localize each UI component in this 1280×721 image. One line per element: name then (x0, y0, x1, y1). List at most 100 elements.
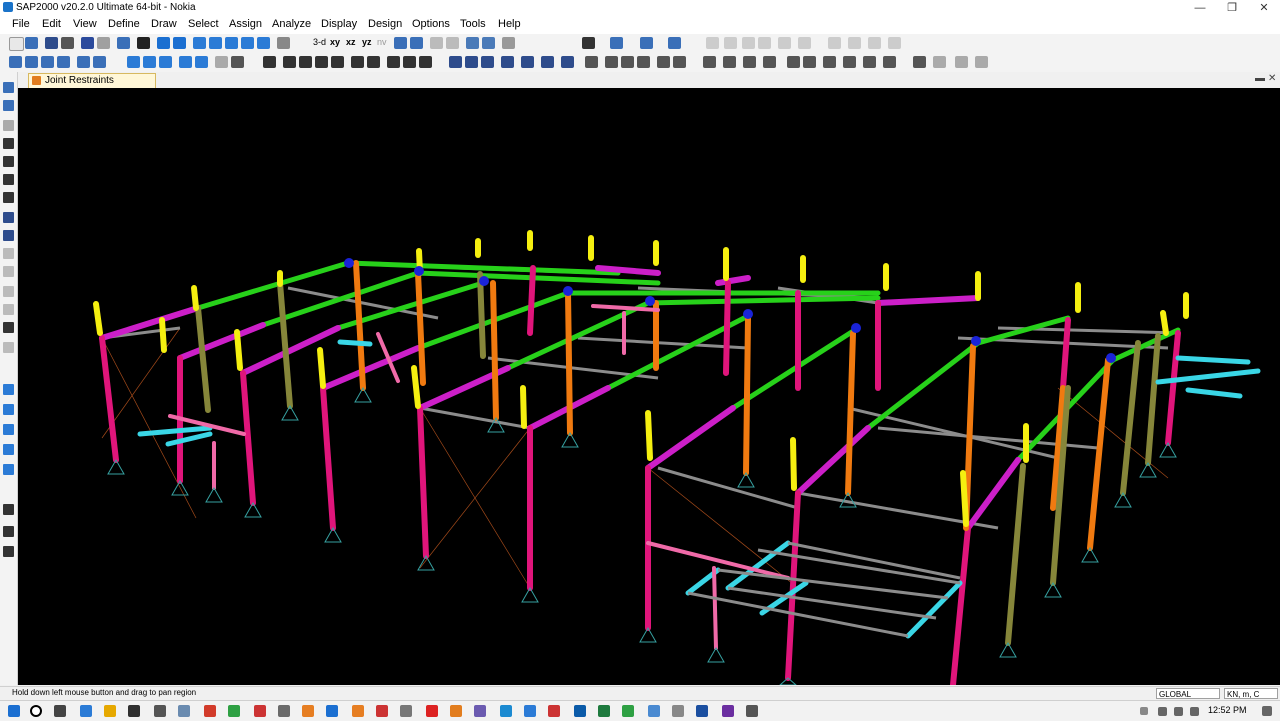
zoom-in-icon[interactable] (209, 37, 222, 49)
zoom-extents-icon[interactable] (241, 37, 254, 49)
pointer-icon[interactable] (9, 56, 22, 68)
menu-options[interactable]: Options (412, 18, 450, 30)
clear-selection-icon[interactable] (195, 56, 208, 68)
intersect-line-icon[interactable] (3, 444, 14, 455)
vlc-icon[interactable] (352, 705, 364, 717)
select-all-icon[interactable] (127, 56, 140, 68)
draw-2-icon[interactable] (763, 56, 776, 68)
new-icon[interactable] (9, 37, 24, 51)
app-purple-icon[interactable] (474, 705, 486, 717)
menu-draw[interactable]: Draw (151, 18, 177, 30)
mail-icon[interactable] (154, 705, 166, 717)
assign-release-icon[interactable] (283, 56, 296, 68)
app-tool-icon[interactable] (400, 705, 412, 717)
reshape-icon[interactable] (25, 56, 38, 68)
options-icon[interactable] (502, 37, 515, 49)
clipboard-icon[interactable] (742, 37, 755, 49)
replicate-icon[interactable] (778, 37, 791, 49)
align-icon[interactable] (848, 37, 861, 49)
clear-selection-side-icon[interactable] (3, 424, 14, 435)
3d-view-button[interactable]: 3-d (313, 37, 326, 47)
get-previous-icon[interactable] (179, 56, 192, 68)
down-icon[interactable] (446, 37, 459, 49)
restraint-icon[interactable] (351, 56, 364, 68)
print-icon[interactable] (61, 37, 74, 49)
quick-draw-icon[interactable] (657, 56, 670, 68)
constraint-icon[interactable] (367, 56, 380, 68)
autocad-icon[interactable] (426, 705, 438, 717)
draw-joint-side-icon[interactable] (3, 120, 14, 131)
ps-icon[interactable] (3, 526, 14, 537)
all-side-icon[interactable] (3, 504, 14, 515)
app-green-icon[interactable] (622, 705, 634, 717)
insertion-icon[interactable] (403, 56, 416, 68)
select-all-side-icon[interactable] (3, 384, 14, 395)
nv-view-button[interactable]: nv (377, 37, 387, 47)
show-stresses-icon[interactable] (955, 56, 968, 68)
app-purple2-icon[interactable] (722, 705, 734, 717)
xy-view-button[interactable]: xy (330, 37, 340, 47)
grid-icon[interactable] (466, 37, 479, 49)
dimension-side-icon[interactable] (3, 342, 14, 353)
coord-system-select[interactable]: GLOBAL (1156, 688, 1220, 699)
analysis-options-icon[interactable] (561, 56, 574, 68)
volume-icon[interactable] (1190, 707, 1199, 716)
clock[interactable]: 12:52 PM (1208, 705, 1247, 715)
zoom-out-icon[interactable] (225, 37, 238, 49)
restore-button[interactable]: ❐ (1216, 0, 1248, 16)
draw-solid-icon[interactable] (93, 56, 106, 68)
menu-assign[interactable]: Assign (229, 18, 262, 30)
skype-icon[interactable] (500, 705, 512, 717)
tab-minimize-button[interactable]: ▬ (1255, 73, 1265, 84)
design-steel-icon[interactable] (863, 56, 876, 68)
yz-view-button[interactable]: yz (362, 37, 372, 47)
minimize-button[interactable]: — (1184, 0, 1216, 16)
assign-offset-icon[interactable] (331, 56, 344, 68)
area-section-icon[interactable] (465, 56, 478, 68)
show-virtual-icon[interactable] (975, 56, 988, 68)
assign-load-icon[interactable] (299, 56, 312, 68)
windows-start-icon[interactable] (8, 705, 20, 717)
menu-file[interactable]: File (12, 18, 30, 30)
draw-rect-area-icon[interactable] (3, 230, 14, 241)
zoom-previous-icon[interactable] (257, 37, 270, 49)
quick-frame-icon[interactable] (3, 156, 14, 167)
group-icon[interactable] (215, 56, 228, 68)
text-icon[interactable] (582, 37, 595, 49)
close-window-button[interactable]: ✕ (1248, 0, 1280, 16)
join-icon[interactable] (888, 37, 901, 49)
section-cut-side-icon[interactable] (3, 322, 14, 333)
move-icon[interactable] (798, 37, 811, 49)
pencil-icon[interactable] (117, 37, 130, 49)
zoom-window-icon[interactable] (193, 37, 206, 49)
draw-reference-icon[interactable] (605, 56, 618, 68)
quick-area-icon[interactable] (3, 248, 14, 259)
structure-drawing[interactable] (18, 88, 1280, 685)
paste-icon[interactable] (724, 37, 737, 49)
menu-help[interactable]: Help (498, 18, 521, 30)
notifications-icon[interactable] (1262, 706, 1272, 716)
firefox-icon[interactable] (302, 705, 314, 717)
excel-icon[interactable] (598, 705, 610, 717)
draw-joint-icon[interactable] (41, 56, 54, 68)
previous-selection-icon[interactable] (3, 404, 14, 415)
all-icon[interactable] (231, 56, 244, 68)
link-section-icon[interactable] (481, 56, 494, 68)
tray-chevron-icon[interactable] (1140, 707, 1148, 715)
reshape-pointer-icon[interactable] (3, 100, 14, 111)
assign-spring-icon[interactable] (315, 56, 328, 68)
draw-tendon-side-icon[interactable] (3, 304, 14, 315)
frame-section-icon[interactable] (449, 56, 462, 68)
rotate-3d-icon[interactable] (410, 37, 423, 49)
network-icon[interactable] (1158, 707, 1167, 716)
local-axes-icon[interactable] (419, 56, 432, 68)
draw-special-icon[interactable] (703, 56, 716, 68)
menu-edit[interactable]: Edit (42, 18, 61, 30)
deformed-icon[interactable] (668, 37, 681, 49)
menu-design[interactable]: Design (368, 18, 402, 30)
lock-icon[interactable] (137, 37, 150, 49)
select-window-icon[interactable] (143, 56, 156, 68)
snap-side-icon[interactable] (3, 464, 14, 475)
menu-analyze[interactable]: Analyze (272, 18, 311, 30)
battery-icon[interactable] (1174, 707, 1183, 716)
